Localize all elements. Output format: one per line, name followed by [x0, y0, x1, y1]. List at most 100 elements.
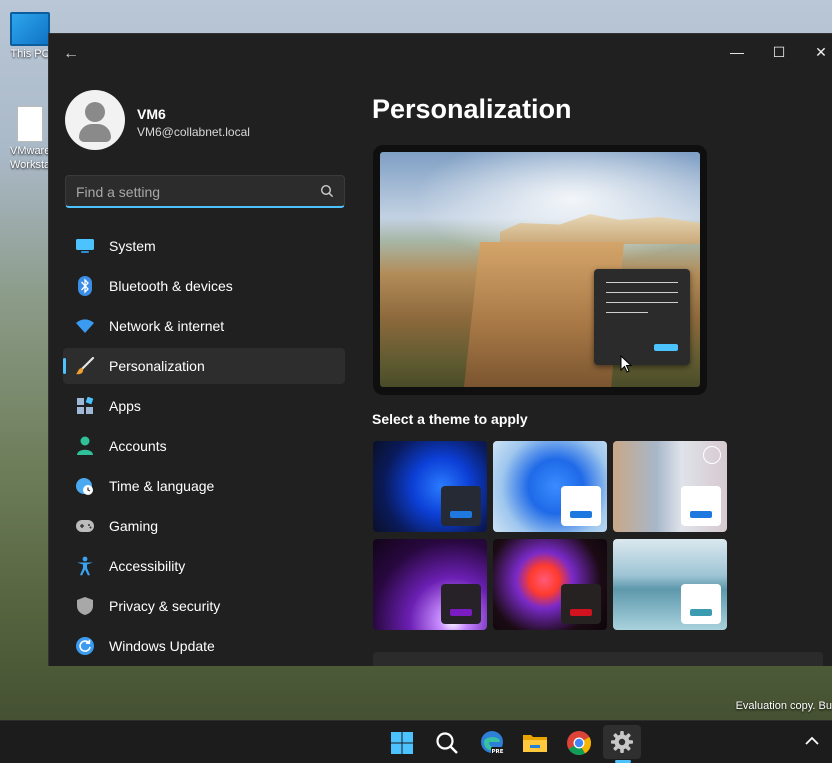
wifi-icon: [75, 316, 95, 336]
preview-line: [606, 282, 678, 283]
preview-accent-button: [654, 344, 678, 351]
sidebar-item-personalization[interactable]: Personalization: [63, 348, 345, 384]
profile-name: VM6: [137, 106, 166, 122]
evaluation-watermark: Evaluation copy. Bu: [735, 700, 832, 712]
sidebar-item-windows-update[interactable]: Windows Update: [63, 628, 345, 664]
preview-line: [606, 312, 648, 313]
update-icon: [75, 636, 95, 656]
monitor-icon: [75, 236, 95, 256]
avatar-body: [79, 124, 111, 142]
avatar-head: [85, 102, 105, 122]
sidebar-item-bluetooth[interactable]: Bluetooth & devices: [63, 268, 345, 304]
wallpaper-preview: [380, 152, 700, 387]
theme-accent: [690, 609, 712, 616]
accessibility-icon: [75, 556, 95, 576]
theme-tile-captured-motion[interactable]: [493, 539, 607, 630]
close-button[interactable]: ✕: [801, 40, 832, 64]
chrome-button[interactable]: [565, 729, 593, 757]
sidebar-item-privacy-security[interactable]: Privacy & security: [63, 588, 345, 624]
theme-tile-windows-dark[interactable]: [373, 441, 487, 532]
theme-tile-spotlight[interactable]: [613, 441, 727, 532]
sidebar-item-label: System: [109, 238, 156, 254]
sidebar-item-accessibility[interactable]: Accessibility: [63, 548, 345, 584]
sidebar-item-gaming[interactable]: Gaming: [63, 508, 345, 544]
theme-accent: [570, 511, 592, 518]
svg-text:PRE: PRE: [491, 749, 503, 755]
desktop-icon-label: This PC: [10, 48, 50, 60]
apps-icon: [75, 396, 95, 416]
sidebar-item-label: Network & internet: [109, 318, 225, 334]
search-input[interactable]: [76, 182, 306, 202]
monitor-icon: [10, 12, 50, 46]
page-title: Personalization: [372, 94, 572, 124]
bluetooth-icon: [75, 276, 95, 296]
theme-tile-flow[interactable]: [613, 539, 727, 630]
avatar: [65, 90, 125, 150]
edge-button[interactable]: PRE: [478, 729, 506, 757]
file-explorer-button[interactable]: [521, 729, 549, 757]
user-profile[interactable]: VM6 VM6@collabnet.local: [65, 90, 355, 152]
theme-preview: [373, 145, 707, 395]
sidebar-item-label: Accounts: [109, 438, 167, 454]
gamepad-icon: [75, 516, 95, 536]
minimize-button[interactable]: —: [717, 40, 757, 64]
preview-line: [606, 302, 678, 303]
theme-chip: [681, 584, 721, 624]
theme-chip: [561, 486, 601, 526]
shield-icon: [75, 596, 95, 616]
theme-chip: [441, 486, 481, 526]
taskbar-search-button[interactable]: [433, 729, 461, 757]
desktop-icon-this-pc[interactable]: This PC: [10, 12, 50, 60]
sidebar-item-label: Windows Update: [109, 638, 215, 654]
preview-line: [606, 292, 678, 293]
search-icon[interactable]: [320, 184, 334, 198]
sidebar-item-label: Gaming: [109, 518, 159, 534]
paintbrush-icon: [75, 356, 95, 376]
file-icon: [17, 106, 43, 142]
desktop-icon-label: VMware Workstation: [10, 145, 50, 171]
theme-chip: [561, 584, 601, 624]
sidebar-nav: System Bluetooth & devices Network & int…: [63, 228, 345, 666]
settings-icon: [611, 731, 633, 753]
desktop-icon-vmware[interactable]: VMware Workstation: [10, 106, 50, 172]
theme-tile-windows-light[interactable]: [493, 441, 607, 532]
theme-tile-glow[interactable]: [373, 539, 487, 630]
sidebar-item-label: Bluetooth & devices: [109, 278, 233, 294]
sidebar-item-system[interactable]: System: [63, 228, 345, 264]
spotlight-badge-icon: [703, 446, 721, 464]
profile-email: VM6@collabnet.local: [137, 125, 250, 139]
preview-town: [500, 214, 700, 244]
globe-clock-icon: [75, 476, 95, 496]
themes-heading: Select a theme to apply: [372, 411, 528, 427]
mouse-cursor-icon: [620, 355, 632, 373]
theme-accent: [450, 609, 472, 616]
start-icon: [391, 732, 413, 754]
theme-chip: [681, 486, 721, 526]
theme-accent: [570, 609, 592, 616]
sidebar-item-accounts[interactable]: Accounts: [63, 428, 345, 464]
settings-card[interactable]: [373, 652, 823, 666]
title-bar: ← — ☐ ✕: [49, 34, 832, 70]
chevron-up-icon[interactable]: [803, 731, 821, 751]
theme-accent: [450, 511, 472, 518]
sidebar-item-label: Personalization: [109, 358, 205, 374]
person-icon: [75, 436, 95, 456]
back-button[interactable]: ←: [63, 46, 81, 62]
file-explorer-icon: [523, 735, 547, 752]
sidebar-item-time-language[interactable]: Time & language: [63, 468, 345, 504]
theme-chip: [441, 584, 481, 624]
sidebar-item-network[interactable]: Network & internet: [63, 308, 345, 344]
sidebar-item-label: Privacy & security: [109, 598, 221, 614]
chrome-icon: [567, 731, 592, 756]
maximize-button[interactable]: ☐: [759, 40, 799, 64]
sidebar-item-label: Time & language: [109, 478, 215, 494]
start-button[interactable]: [388, 729, 416, 757]
preview-window: [594, 269, 690, 365]
taskbar: PRE: [0, 720, 832, 763]
sidebar-item-apps[interactable]: Apps: [63, 388, 345, 424]
sidebar-item-label: Apps: [109, 398, 141, 414]
edge-icon: PRE: [481, 731, 504, 755]
search-box[interactable]: [65, 175, 345, 208]
sidebar-item-label: Accessibility: [109, 558, 186, 574]
settings-button[interactable]: [603, 725, 641, 759]
